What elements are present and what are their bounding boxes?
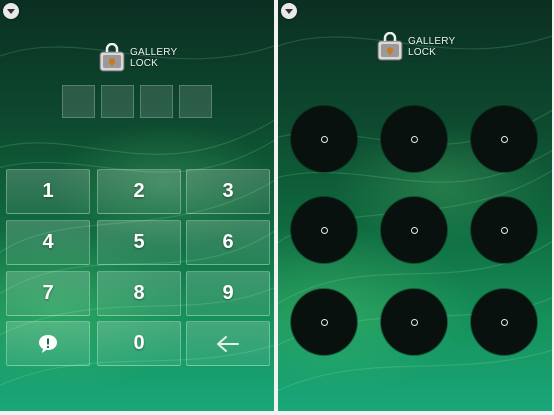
pattern-dot-1[interactable] [291, 106, 357, 172]
key-1[interactable]: 1 [6, 169, 90, 214]
pattern-dot-7[interactable] [291, 289, 357, 355]
hint-icon [39, 334, 57, 353]
key-8[interactable]: 8 [97, 271, 181, 316]
backspace-arrow-icon [217, 335, 239, 352]
pattern-dot-3[interactable] [471, 106, 537, 172]
key-label: 9 [222, 282, 234, 304]
logo-line-2: LOCK [130, 58, 159, 69]
key-4[interactable]: 4 [6, 220, 90, 265]
key-label: 6 [222, 231, 234, 253]
app-logo: GALLERY LOCK [97, 42, 177, 74]
key-label: 1 [42, 180, 54, 202]
pin-slot [179, 85, 212, 118]
key-0[interactable]: 0 [97, 321, 181, 366]
key-5[interactable]: 5 [97, 220, 181, 265]
pattern-dot-5[interactable] [381, 197, 447, 263]
pattern-dot-6[interactable] [471, 197, 537, 263]
pin-entry-display [62, 85, 212, 118]
pin-slot [101, 85, 134, 118]
hint-button[interactable] [6, 321, 90, 366]
pattern-dot-4[interactable] [291, 197, 357, 263]
pattern-dot-9[interactable] [471, 289, 537, 355]
key-label: 4 [42, 231, 54, 253]
key-label: 5 [133, 231, 145, 253]
pattern-dot-2[interactable] [381, 106, 447, 172]
gallery-lock-logo-icon [99, 43, 125, 72]
key-6[interactable]: 6 [186, 220, 270, 265]
pin-slot [140, 85, 173, 118]
key-label: 3 [222, 180, 234, 202]
numeric-keypad: 1 2 3 4 5 6 7 8 9 0 [6, 169, 272, 367]
pattern-lock-screen: GALLERY LOCK [278, 0, 552, 411]
pin-slot [62, 85, 95, 118]
key-label: 0 [133, 332, 145, 354]
key-label: 7 [42, 282, 54, 304]
menu-dropdown-icon[interactable] [3, 3, 19, 19]
key-9[interactable]: 9 [186, 271, 270, 316]
logo-line-1: GALLERY [130, 47, 178, 58]
key-3[interactable]: 3 [186, 169, 270, 214]
key-2[interactable]: 2 [97, 169, 181, 214]
key-7[interactable]: 7 [6, 271, 90, 316]
key-label: 8 [133, 282, 145, 304]
pattern-grid [278, 0, 552, 411]
key-label: 2 [133, 180, 145, 202]
pattern-dot-8[interactable] [381, 289, 447, 355]
backspace-button[interactable] [186, 321, 270, 366]
app-logo-text: GALLERY LOCK [130, 47, 177, 69]
pin-lock-screen: GALLERY LOCK 1 2 3 4 5 6 7 8 9 0 [0, 0, 274, 411]
